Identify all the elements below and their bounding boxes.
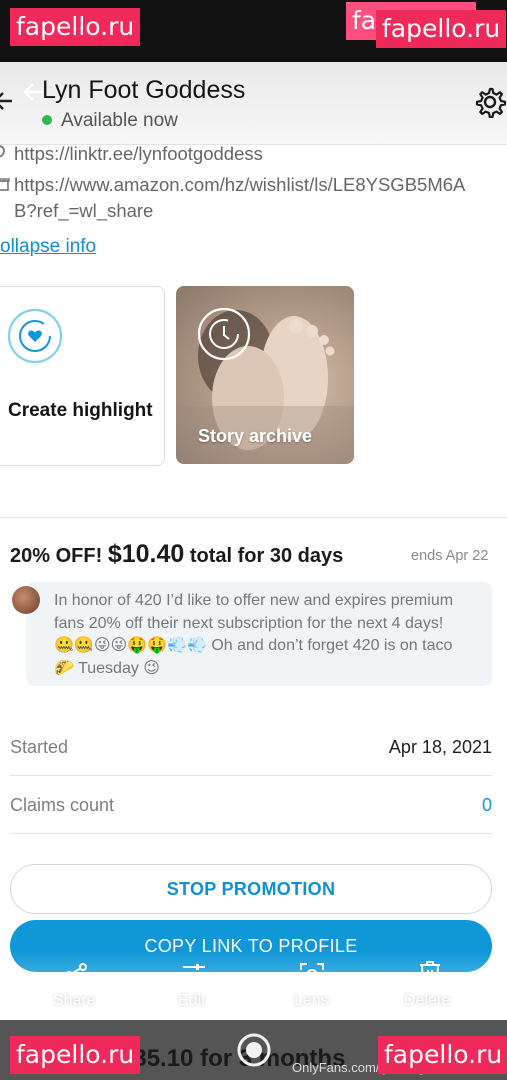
section-divider	[0, 517, 507, 518]
promotion-message-line: In honor of 420 I’d like to offer new an…	[54, 592, 454, 609]
stop-promotion-button[interactable]: STOP PROMOTION	[10, 864, 492, 914]
promotion-message-line: 🤐🤐😜😜🤑🤑💨💨 Oh and don’t forget 420 is on t…	[54, 637, 453, 654]
watermark-top-left: fapello.ru	[10, 8, 141, 46]
claims-count-value: 0	[481, 795, 492, 815]
settings-gear-icon[interactable]	[474, 86, 507, 123]
started-label: Started	[10, 737, 69, 757]
started-value: Apr 18, 2021	[388, 737, 492, 757]
online-status-text: Available now	[61, 110, 178, 131]
promotion-duration: total for 30 days	[189, 545, 344, 567]
story-archive-clock-icon	[196, 306, 252, 367]
link-icon	[0, 144, 8, 165]
lens-button[interactable]: Lens	[294, 992, 329, 1010]
share-icon[interactable]	[63, 962, 89, 993]
promotion-price: $10.40	[107, 540, 185, 568]
promotion-message-line: 🌮 Tuesday 😉	[54, 659, 160, 677]
delete-button[interactable]: Delete	[404, 992, 450, 1010]
edit-button[interactable]: Edit	[178, 992, 206, 1010]
collapse-info-link[interactable]: ollapse info	[0, 236, 96, 258]
promotion-message: In honor of 420 I’d like to offer new an…	[54, 590, 486, 680]
watermark-bottom-right: fapello.ru	[378, 1036, 507, 1074]
promotion-discount: 20% OFF!	[10, 545, 103, 567]
back-arrow-icon[interactable]	[0, 88, 18, 119]
share-button[interactable]: Share	[53, 992, 96, 1010]
page-title: Lyn Foot Goddess	[42, 76, 246, 104]
row-divider	[10, 833, 492, 834]
create-highlight-label: Create highlight	[8, 400, 153, 421]
row-divider	[10, 775, 492, 776]
promotion-title: 20% OFF! $10.40 total for 30 days	[10, 540, 343, 569]
home-button-icon[interactable]	[236, 1032, 272, 1073]
promotion-ends: ends Apr 22	[411, 548, 489, 564]
edit-sliders-icon[interactable]	[181, 962, 207, 993]
delete-trash-icon[interactable]	[418, 960, 442, 993]
linktree-link[interactable]: https://linktr.ee/lynfootgoddess	[14, 143, 263, 165]
promotion-message-line: fans 20% off their next subscription for…	[54, 614, 444, 632]
watermark-top-right-front: fapello.ru	[376, 10, 507, 48]
online-status-dot	[42, 115, 52, 125]
watermark-bottom-left: fapello.ru	[10, 1036, 141, 1074]
avatar	[12, 586, 40, 614]
lens-icon[interactable]	[299, 962, 325, 993]
story-archive-label: Story archive	[198, 426, 313, 446]
amazon-wishlist-link-line2[interactable]: B?ref_=wl_share	[14, 200, 153, 222]
claims-count-label: Claims count	[10, 795, 115, 815]
amazon-wishlist-link-line1[interactable]: https://www.amazon.com/hz/wishlist/ls/LE…	[14, 174, 465, 196]
gift-icon	[0, 174, 12, 197]
heart-plus-icon	[6, 307, 64, 370]
